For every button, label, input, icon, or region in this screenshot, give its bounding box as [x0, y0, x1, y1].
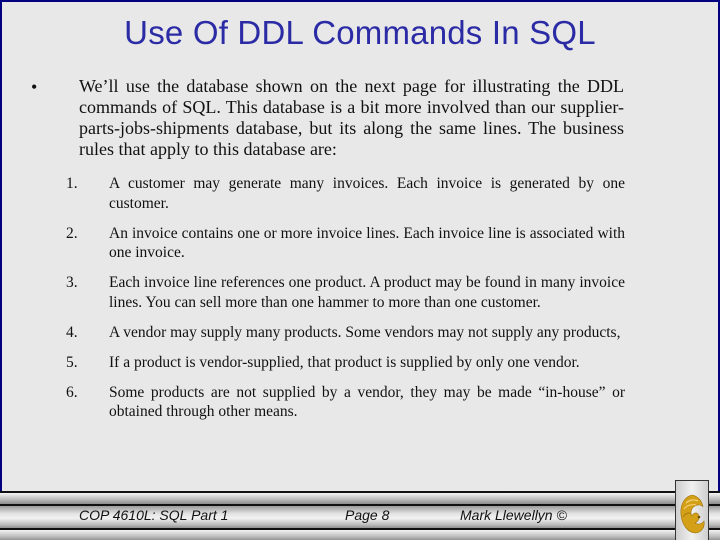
rule-text: A customer may generate many invoices. E…	[109, 175, 625, 212]
footer-band-top	[0, 491, 720, 504]
rule-number: 4.	[66, 323, 78, 341]
slide-footer: COP 4610L: SQL Part 1 Page 8 Mark Llewel…	[0, 491, 720, 540]
logo-box	[675, 480, 709, 540]
rule-text: Each invoice line references one product…	[109, 274, 625, 311]
footer-band-bottom	[0, 528, 720, 540]
intro-paragraph: We’ll use the database shown on the next…	[79, 76, 624, 159]
rule-number: 2.	[66, 224, 78, 242]
rule-item: 1. A customer may generate many invoices…	[66, 174, 626, 213]
bullet-icon: •	[31, 77, 38, 97]
rule-number: 6.	[66, 383, 78, 401]
rule-text: Some products are not supplied by a vend…	[109, 383, 625, 421]
rule-number: 5.	[66, 353, 78, 371]
rule-number: 3.	[66, 274, 78, 291]
rule-item: 4. A vendor may supply many products. So…	[66, 323, 626, 343]
rule-item: 3. Each invoice line references one prod…	[66, 273, 626, 312]
footer-page-number: Page 8	[345, 507, 390, 523]
rule-text: A vendor may supply many products. Some …	[109, 323, 621, 341]
footer-course: COP 4610L: SQL Part 1	[79, 507, 229, 523]
rule-text: An invoice contains one or more invoice …	[109, 224, 625, 262]
pegasus-logo-icon	[680, 494, 705, 534]
slide-title: Use Of DDL Commands In SQL	[124, 14, 596, 51]
slide: Use Of DDL Commands In SQL • We’ll use t…	[0, 0, 720, 540]
footer-author: Mark Llewellyn ©	[460, 507, 567, 523]
business-rules-list: 1. A customer may generate many invoices…	[66, 174, 626, 432]
rule-item: 5. If a product is vendor-supplied, that…	[66, 353, 626, 373]
rule-item: 6. Some products are not supplied by a v…	[66, 383, 626, 422]
rule-item: 2. An invoice contains one or more invoi…	[66, 224, 626, 263]
rule-text: If a product is vendor-supplied, that pr…	[109, 353, 580, 371]
rule-number: 1.	[66, 175, 78, 192]
